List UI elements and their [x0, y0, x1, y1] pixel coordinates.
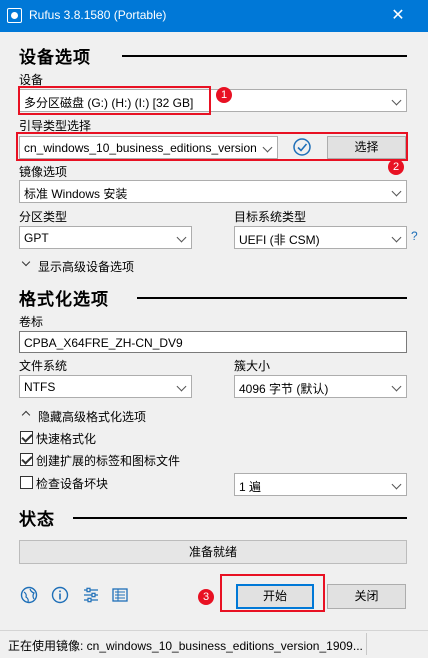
target-system-label: 目标系统类型	[234, 210, 307, 224]
chevron-down-icon	[391, 95, 402, 106]
status-bar-divider	[366, 633, 367, 655]
quick-format-label: 快速格式化	[36, 432, 97, 446]
bad-blocks-label: 检查设备坏块	[36, 477, 109, 491]
info-icon[interactable]	[51, 586, 69, 604]
close-button[interactable]: 关闭	[327, 584, 406, 609]
filesystem-dropdown[interactable]: NTFS	[19, 375, 192, 398]
filesystem-label: 文件系统	[19, 359, 68, 373]
clipped-edge	[418, 32, 428, 630]
highlight-box-1	[18, 86, 211, 115]
highlight-box-2	[16, 132, 408, 161]
chevron-down-icon	[176, 232, 187, 243]
annotation-badge-2: 2	[388, 159, 404, 175]
extended-label-label: 创建扩展的标签和图标文件	[36, 454, 181, 468]
chevron-down-icon	[391, 186, 402, 197]
chevron-down-icon	[21, 257, 31, 267]
image-option-value: 标准 Windows 安装	[24, 187, 128, 201]
chevron-down-icon	[391, 381, 402, 392]
volume-label-label: 卷标	[19, 315, 44, 329]
partition-dropdown[interactable]: GPT	[19, 226, 192, 249]
extended-label-checkbox[interactable]	[20, 453, 33, 466]
chevron-down-icon	[391, 232, 402, 243]
chevron-down-icon	[391, 479, 402, 490]
section-header-format: 格式化选项	[19, 290, 109, 309]
quick-format-checkbox[interactable]	[20, 431, 33, 444]
volume-label-input[interactable]: CPBA_X64FRE_ZH-CN_DV9	[19, 331, 407, 353]
app-icon	[7, 8, 22, 23]
partition-label: 分区类型	[19, 210, 68, 224]
status-bar: 正在使用镜像: cn_windows_10_business_editions_…	[0, 630, 428, 658]
image-option-label: 镜像选项	[19, 165, 68, 179]
filesystem-value: NTFS	[24, 380, 56, 394]
passes-value: 1 遍	[239, 480, 262, 494]
section-header-status: 状态	[19, 510, 55, 529]
advanced-format-label: 隐藏高级格式化选项	[38, 410, 147, 424]
volume-label-value: CPBA_X64FRE_ZH-CN_DV9	[24, 336, 183, 350]
start-button[interactable]: 开始	[236, 584, 314, 609]
chevron-up-icon	[21, 410, 31, 420]
settings-sliders-icon[interactable]	[82, 586, 100, 604]
section-divider	[137, 297, 407, 299]
image-option-dropdown[interactable]: 标准 Windows 安装	[19, 180, 407, 203]
bad-blocks-checkbox[interactable]	[20, 476, 33, 489]
passes-dropdown[interactable]: 1 遍	[234, 473, 407, 496]
title-bar: Rufus 3.8.1580 (Portable) ✕	[0, 0, 428, 32]
partition-value: GPT	[24, 231, 49, 245]
annotation-badge-1: 1	[216, 87, 232, 103]
help-icon[interactable]: ?	[411, 229, 418, 243]
cluster-size-value: 4096 字节 (默认)	[239, 382, 329, 396]
target-system-value: UEFI (非 CSM)	[239, 233, 320, 247]
section-divider	[73, 517, 407, 519]
progress-bar: 准备就绪	[19, 540, 407, 564]
advanced-device-label: 显示高级设备选项	[38, 260, 135, 274]
cluster-size-label: 簇大小	[234, 359, 271, 373]
annotation-badge-3: 3	[198, 589, 214, 605]
window-title: Rufus 3.8.1580 (Portable)	[29, 8, 167, 22]
chevron-down-icon	[176, 381, 187, 392]
progress-status-text: 准备就绪	[188, 545, 237, 559]
status-bar-text: 正在使用镜像: cn_windows_10_business_editions_…	[8, 639, 363, 653]
section-header-drive: 设备选项	[19, 48, 91, 67]
globe-icon[interactable]	[20, 586, 38, 604]
cluster-size-dropdown[interactable]: 4096 字节 (默认)	[234, 375, 407, 398]
close-window-icon[interactable]: ✕	[382, 4, 414, 28]
section-divider	[122, 55, 407, 57]
log-icon[interactable]	[111, 586, 129, 604]
target-system-dropdown[interactable]: UEFI (非 CSM)	[234, 226, 407, 249]
